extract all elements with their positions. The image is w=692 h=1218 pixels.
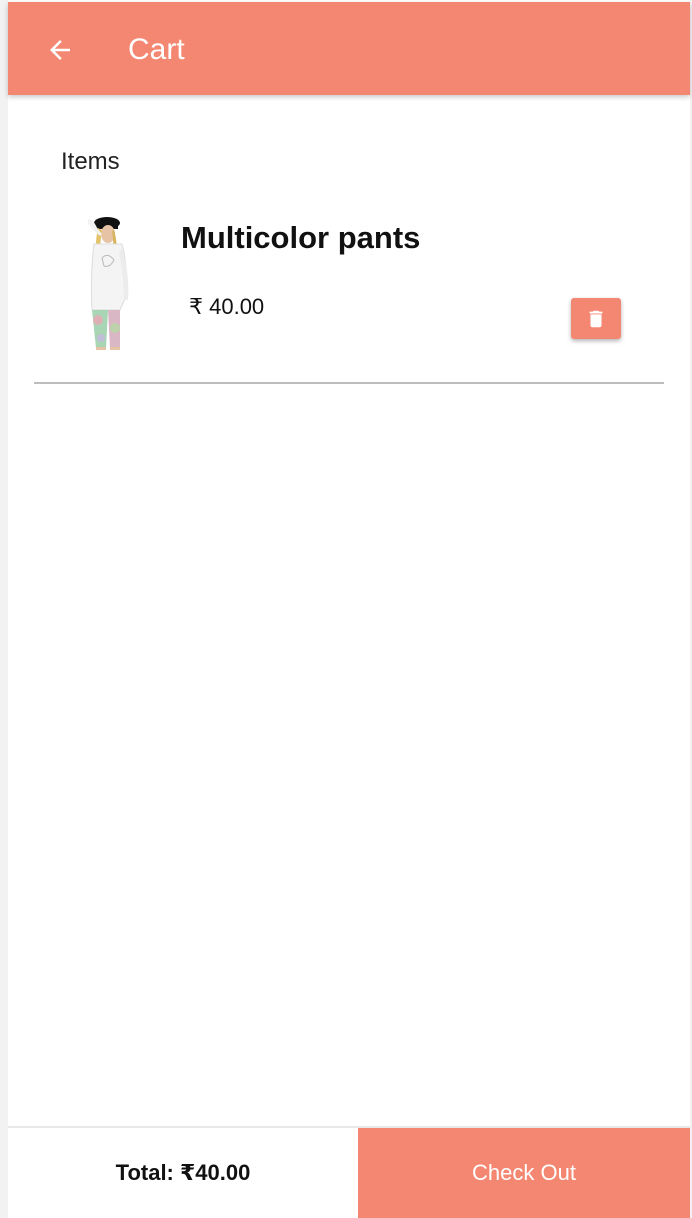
app-bar: Cart (8, 2, 690, 95)
trash-icon (589, 310, 603, 327)
delete-item-button[interactable] (571, 298, 621, 339)
bottom-bar: Total: ₹40.00 Check Out (8, 1126, 690, 1218)
cart-total: Total: ₹40.00 (115, 1160, 251, 1185)
back-button[interactable] (38, 28, 82, 72)
cart-item: Multicolor pants ₹ 40.00 (34, 210, 664, 384)
product-thumbnail (87, 217, 129, 350)
page-title: Cart (128, 33, 185, 66)
cart-screen: Cart Items Multicolor pants ₹ 40.00 Tota… (8, 0, 690, 1218)
item-name: Multicolor pants (181, 220, 421, 255)
item-price: ₹ 40.00 (189, 294, 265, 319)
arrow-left-icon (50, 40, 70, 60)
checkout-button[interactable]: Check Out (358, 1128, 690, 1218)
items-section-label: Items (61, 148, 120, 175)
